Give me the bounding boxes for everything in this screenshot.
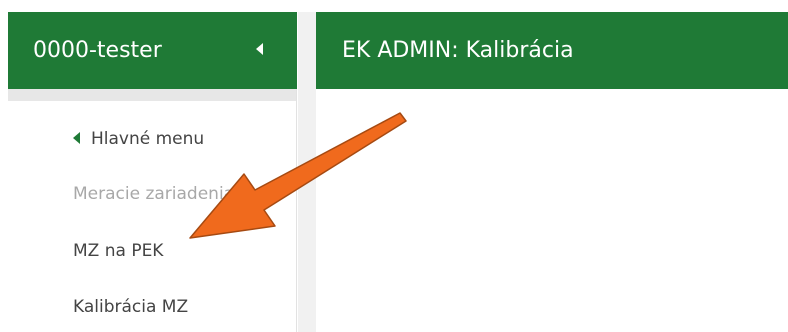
sidebar-item-kalibracia-mz[interactable]: Kalibrácia MZ — [73, 295, 188, 319]
sidebar-item-mz-na-pek[interactable]: MZ na PEK — [73, 239, 163, 263]
sidebar-item-label: Hlavné menu — [91, 129, 205, 149]
sidebar-header: 0000-tester — [8, 12, 297, 89]
page-title: EK ADMIN: Kalibrácia — [342, 38, 574, 63]
sidebar-menu: Hlavné menu Meracie zariadenia MZ na PEK… — [8, 101, 296, 332]
app-window: 0000-tester Hlavné menu Meracie zariaden… — [0, 0, 788, 332]
panel-gutter — [298, 12, 316, 332]
sidebar-title: 0000-tester — [33, 38, 162, 63]
sidebar: 0000-tester Hlavné menu Meracie zariaden… — [0, 12, 298, 332]
main-header: EK ADMIN: Kalibrácia — [316, 12, 788, 89]
caret-left-icon — [256, 43, 263, 55]
top-spacer — [0, 0, 788, 12]
collapse-sidebar-button[interactable] — [253, 41, 267, 57]
sidebar-item-meracie-zariadenia: Meracie zariadenia — [73, 184, 235, 204]
sidebar-menu-panel: Hlavné menu Meracie zariadenia MZ na PEK… — [8, 89, 297, 332]
caret-left-icon — [73, 132, 80, 144]
sidebar-item-main-menu[interactable]: Hlavné menu — [73, 127, 204, 151]
main-content — [316, 89, 788, 332]
